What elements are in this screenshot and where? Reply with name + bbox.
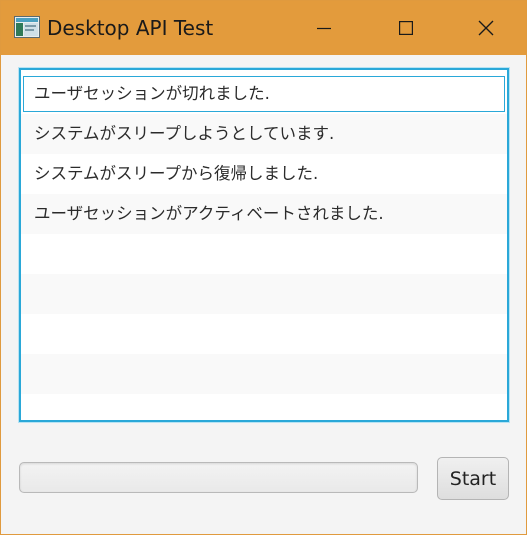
app-icon [14,16,40,38]
maximize-button[interactable] [377,1,435,55]
empty-list-row [21,394,507,420]
list-item[interactable]: ユーザセッションが切れました. [21,74,507,114]
empty-list-row [21,274,507,314]
event-list[interactable]: ユーザセッションが切れました. システムがスリープしようとしています. システムがス… [19,68,509,422]
list-item[interactable]: システムがスリープから復帰しました. [21,154,507,194]
empty-list-row [21,354,507,394]
list-item[interactable]: システムがスリープしようとしています. [21,114,507,154]
window-title: Desktop API Test [47,16,214,40]
maximize-icon [399,21,413,35]
start-button[interactable]: Start [437,457,509,500]
minimize-icon [317,27,331,30]
close-icon [478,20,494,36]
progress-bar [19,462,418,493]
close-button[interactable] [457,1,515,55]
minimize-button[interactable] [295,1,353,55]
title-bar[interactable]: Desktop API Test [1,1,526,55]
list-item[interactable]: ユーザセッションがアクティベートされました. [21,194,507,234]
empty-list-row [21,234,507,274]
app-window: Desktop API Test ユーザセッションが切れました. システムがスリー… [0,0,527,535]
empty-list-row [21,314,507,354]
